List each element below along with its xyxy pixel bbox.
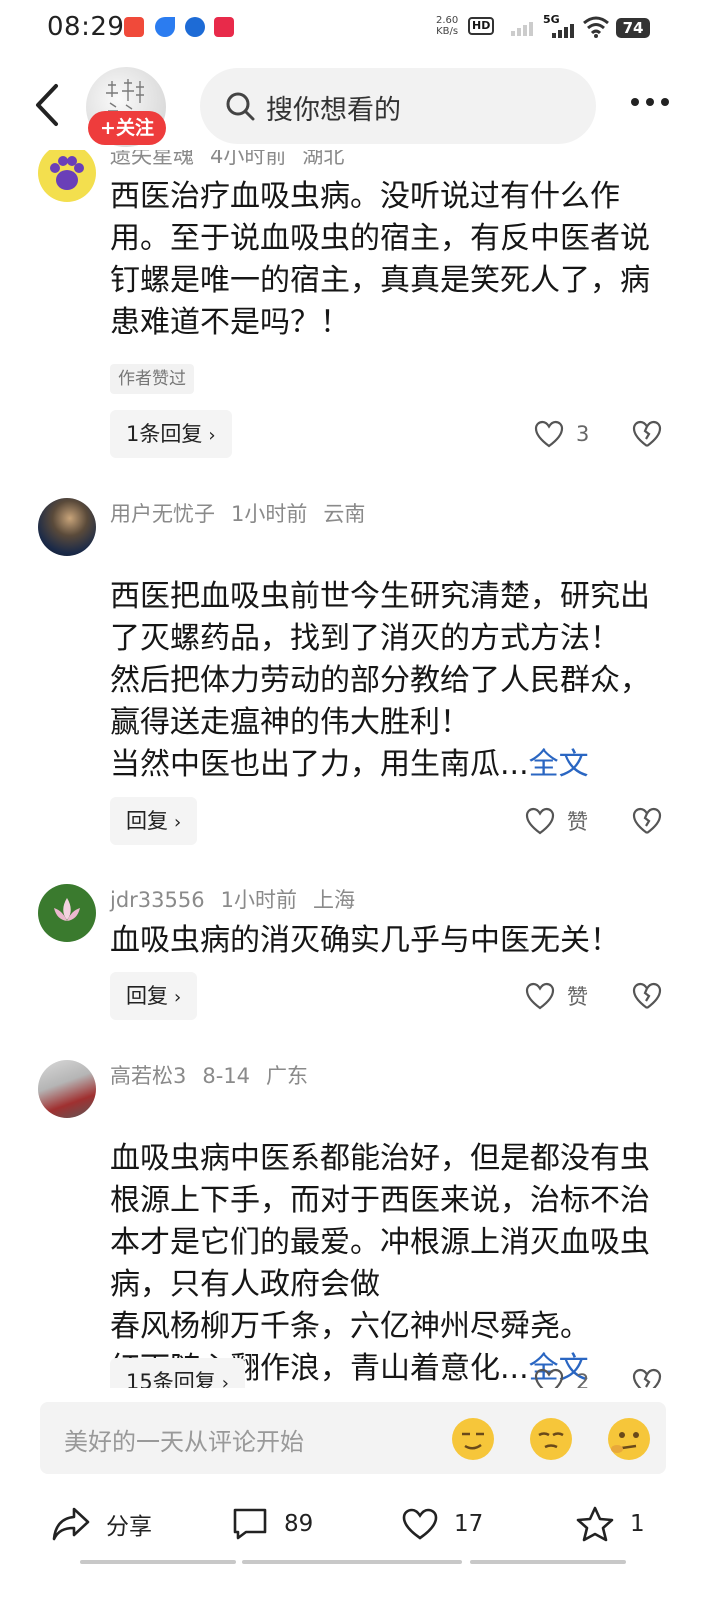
status-bar: 08:29 2.60 KB/s HD 5G 74 bbox=[0, 0, 720, 56]
comment-text[interactable]: 血吸虫病的消灭确实几乎与中医无关！ bbox=[110, 920, 650, 962]
author-liked-tag: 作者赞过 bbox=[110, 364, 194, 394]
like-button[interactable]: 2 bbox=[534, 1358, 589, 1388]
comment-meta: 用户无忧子 1小时前 云南 bbox=[110, 498, 381, 528]
like-post-button[interactable]: 17 bbox=[402, 1504, 483, 1544]
status-time: 08:29 bbox=[47, 12, 125, 42]
search-input[interactable]: 搜你想看的 bbox=[266, 88, 401, 127]
view-replies-button[interactable]: 15条回复 › bbox=[110, 1358, 245, 1388]
broken-heart-icon[interactable] bbox=[632, 981, 662, 1011]
comment-item: jdr33556 1小时前 上海 血吸虫病的消灭确实几乎与中医无关！ 回复 › 赞 bbox=[0, 880, 720, 1040]
signal-weak-icon bbox=[511, 22, 533, 36]
reply-button[interactable]: 回复 › bbox=[110, 797, 198, 845]
comment-location: 广东 bbox=[266, 1064, 309, 1088]
comment-text[interactable]: 西医把血吸虫前世今生研究清楚，研究出了灭螺药品，找到了消灭的方式方法！ 然后把体… bbox=[110, 534, 650, 786]
like-count: 赞 bbox=[567, 985, 588, 1009]
expand-fulltext-link[interactable]: 全文 bbox=[529, 747, 589, 782]
comment-time: 8-14 bbox=[202, 1064, 251, 1088]
gesture-bar bbox=[242, 1560, 462, 1564]
broken-heart-icon[interactable] bbox=[632, 806, 662, 836]
comment-input[interactable]: 美好的一天从评论开始 bbox=[40, 1402, 666, 1474]
gesture-bar bbox=[470, 1560, 626, 1564]
heart-icon bbox=[402, 1508, 438, 1540]
chevron-right-icon: › bbox=[208, 425, 216, 446]
broken-heart-icon[interactable] bbox=[632, 419, 662, 449]
comment-item: 高若松3 8-14 广东 血吸虫病中医系都能治好，但是都没有虫根源上下手，而对于西医… bbox=[0, 1056, 720, 1388]
comment-item: 用户无忧子 1小时前 云南 西医把血吸虫前世今生研究清楚，研究出了灭螺药品，找到了消… bbox=[0, 494, 720, 864]
comment-meta: 遗失星魂 4小时前 湖北 bbox=[110, 150, 360, 170]
wifi-icon bbox=[583, 16, 609, 38]
comment-location: 湖北 bbox=[302, 150, 345, 168]
comment-text[interactable]: 血吸虫病中医系都能治好，但是都没有虫根源上下手，而对于西医来说，治标不治本才是它… bbox=[110, 1096, 650, 1388]
heart-icon bbox=[534, 1368, 564, 1388]
username[interactable]: 高若松3 bbox=[110, 1064, 186, 1088]
paw-avatar-image bbox=[50, 156, 84, 190]
gesture-bar bbox=[80, 1560, 236, 1564]
app-notification-icon bbox=[214, 17, 234, 37]
star-icon bbox=[576, 1506, 614, 1542]
post-like-count: 17 bbox=[454, 1511, 484, 1537]
comment-input-placeholder: 美好的一天从评论开始 bbox=[64, 1428, 304, 1456]
user-avatar[interactable] bbox=[38, 498, 96, 556]
thinking-emoji-icon[interactable] bbox=[608, 1418, 650, 1460]
favorite-count: 1 bbox=[630, 1511, 645, 1537]
user-avatar[interactable] bbox=[38, 150, 96, 202]
signal-strong-icon bbox=[552, 24, 574, 38]
share-button[interactable]: 分享 bbox=[52, 1504, 152, 1544]
reply-button[interactable]: 回复 › bbox=[110, 972, 198, 1020]
cool-emoji-icon[interactable] bbox=[530, 1418, 572, 1460]
chevron-right-icon: › bbox=[174, 987, 182, 1008]
heart-icon bbox=[525, 982, 555, 1010]
comment-icon bbox=[233, 1508, 267, 1540]
follow-button[interactable]: +关注 bbox=[88, 111, 166, 145]
username[interactable]: jdr33556 bbox=[110, 888, 205, 912]
comment-location: 云南 bbox=[323, 502, 366, 526]
share-icon bbox=[52, 1507, 90, 1541]
more-options-icon[interactable] bbox=[630, 94, 670, 110]
hd-badge: HD bbox=[468, 17, 495, 35]
smirk-emoji-icon[interactable] bbox=[452, 1418, 494, 1460]
comment-meta: 高若松3 8-14 广东 bbox=[110, 1060, 324, 1090]
comment-item: 遗失星魂 4小时前 湖北 西医治疗血吸虫病。没听说过有什么作用。至于说血吸虫的宿主，… bbox=[0, 150, 720, 470]
comment-count-button[interactable]: 89 bbox=[232, 1504, 313, 1544]
user-avatar[interactable] bbox=[38, 1060, 96, 1118]
like-count: 3 bbox=[576, 422, 590, 446]
like-button[interactable]: 3 bbox=[534, 410, 589, 458]
app-notification-icon bbox=[124, 17, 144, 37]
heart-icon bbox=[534, 420, 564, 448]
net-speed: 2.60 KB/s bbox=[436, 15, 459, 37]
comment-time: 1小时前 bbox=[231, 502, 308, 526]
comment-list: 遗失星魂 4小时前 湖北 西医治疗血吸虫病。没听说过有什么作用。至于说血吸虫的宿主，… bbox=[0, 150, 720, 1388]
comment-time: 1小时前 bbox=[220, 888, 297, 912]
comment-count: 89 bbox=[284, 1511, 314, 1537]
top-nav-bar: +关注 搜你想看的 bbox=[0, 60, 720, 150]
share-label: 分享 bbox=[106, 1514, 152, 1540]
chevron-right-icon: › bbox=[174, 812, 182, 833]
comment-time: 4小时前 bbox=[210, 150, 287, 168]
search-icon bbox=[226, 92, 255, 121]
user-avatar[interactable] bbox=[38, 884, 96, 942]
comment-location: 上海 bbox=[312, 888, 355, 912]
comment-meta: jdr33556 1小时前 上海 bbox=[110, 884, 371, 914]
lotus-avatar-image bbox=[54, 898, 80, 921]
favorite-button[interactable]: 1 bbox=[576, 1504, 645, 1544]
search-bar[interactable]: 搜你想看的 bbox=[200, 68, 596, 144]
view-replies-button[interactable]: 1条回复 › bbox=[110, 410, 232, 458]
back-arrow-icon[interactable] bbox=[28, 80, 68, 130]
comment-text[interactable]: 西医治疗血吸虫病。没听说过有什么作用。至于说血吸虫的宿主，有反中医者说钉螺是唯一… bbox=[110, 176, 650, 344]
app-notification-icon bbox=[155, 17, 175, 37]
heart-icon bbox=[525, 807, 555, 835]
broken-heart-icon[interactable] bbox=[632, 1367, 662, 1388]
app-notification-icon bbox=[185, 17, 205, 37]
like-button[interactable]: 赞 bbox=[525, 797, 588, 845]
chevron-right-icon: › bbox=[221, 1373, 229, 1388]
username[interactable]: 用户无忧子 bbox=[110, 502, 215, 526]
username[interactable]: 遗失星魂 bbox=[110, 150, 194, 168]
like-count: 赞 bbox=[567, 810, 588, 834]
bottom-action-bar: 分享 89 17 1 bbox=[0, 1488, 720, 1558]
like-button[interactable]: 赞 bbox=[525, 972, 588, 1020]
like-count: 2 bbox=[576, 1370, 590, 1388]
battery-indicator: 74 bbox=[616, 18, 650, 38]
